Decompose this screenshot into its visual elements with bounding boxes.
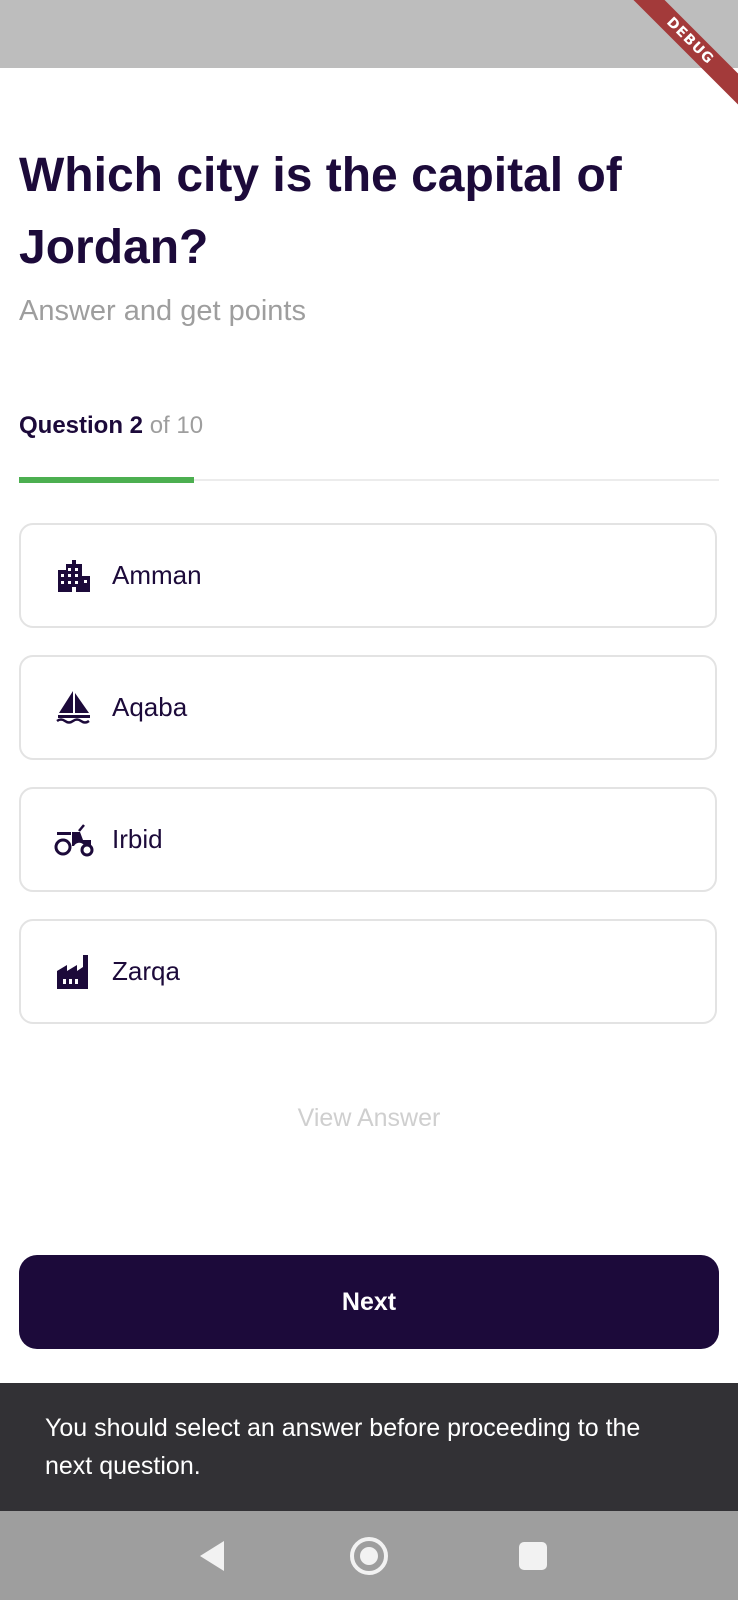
progress-bar bbox=[19, 477, 719, 483]
next-button[interactable]: Next bbox=[19, 1255, 719, 1349]
view-answer-button[interactable]: View Answer bbox=[0, 1104, 738, 1133]
option-amman[interactable]: Amman bbox=[19, 523, 717, 628]
recents-icon[interactable] bbox=[510, 1533, 556, 1579]
city-buildings-icon bbox=[54, 556, 94, 596]
tractor-icon bbox=[54, 820, 94, 860]
question-counter-current: Question 2 bbox=[19, 412, 144, 439]
question-counter: Question 2 of 10 bbox=[19, 412, 203, 440]
option-irbid[interactable]: Irbid bbox=[19, 787, 717, 892]
question-title: Which city is the capital of Jordan? bbox=[19, 149, 622, 274]
system-nav-bar bbox=[0, 1511, 738, 1600]
option-label: Zarqa bbox=[112, 956, 180, 986]
status-bar bbox=[0, 0, 738, 68]
option-label: Amman bbox=[112, 560, 202, 590]
question-subtitle: Answer and get points bbox=[19, 295, 306, 327]
option-label: Irbid bbox=[112, 824, 163, 854]
question-counter-total: of 10 bbox=[143, 412, 204, 439]
option-label: Aqaba bbox=[112, 692, 188, 722]
back-icon[interactable] bbox=[190, 1533, 236, 1579]
factory-icon bbox=[54, 952, 94, 992]
option-zarqa[interactable]: Zarqa bbox=[19, 919, 717, 1024]
home-icon[interactable] bbox=[346, 1533, 392, 1579]
snackbar-message: You should select an answer before proce… bbox=[45, 1414, 641, 1480]
option-aqaba[interactable]: Aqaba bbox=[19, 655, 717, 760]
sailboat-icon bbox=[54, 688, 94, 728]
snackbar: You should select an answer before proce… bbox=[0, 1383, 738, 1511]
progress-fill bbox=[19, 477, 194, 483]
